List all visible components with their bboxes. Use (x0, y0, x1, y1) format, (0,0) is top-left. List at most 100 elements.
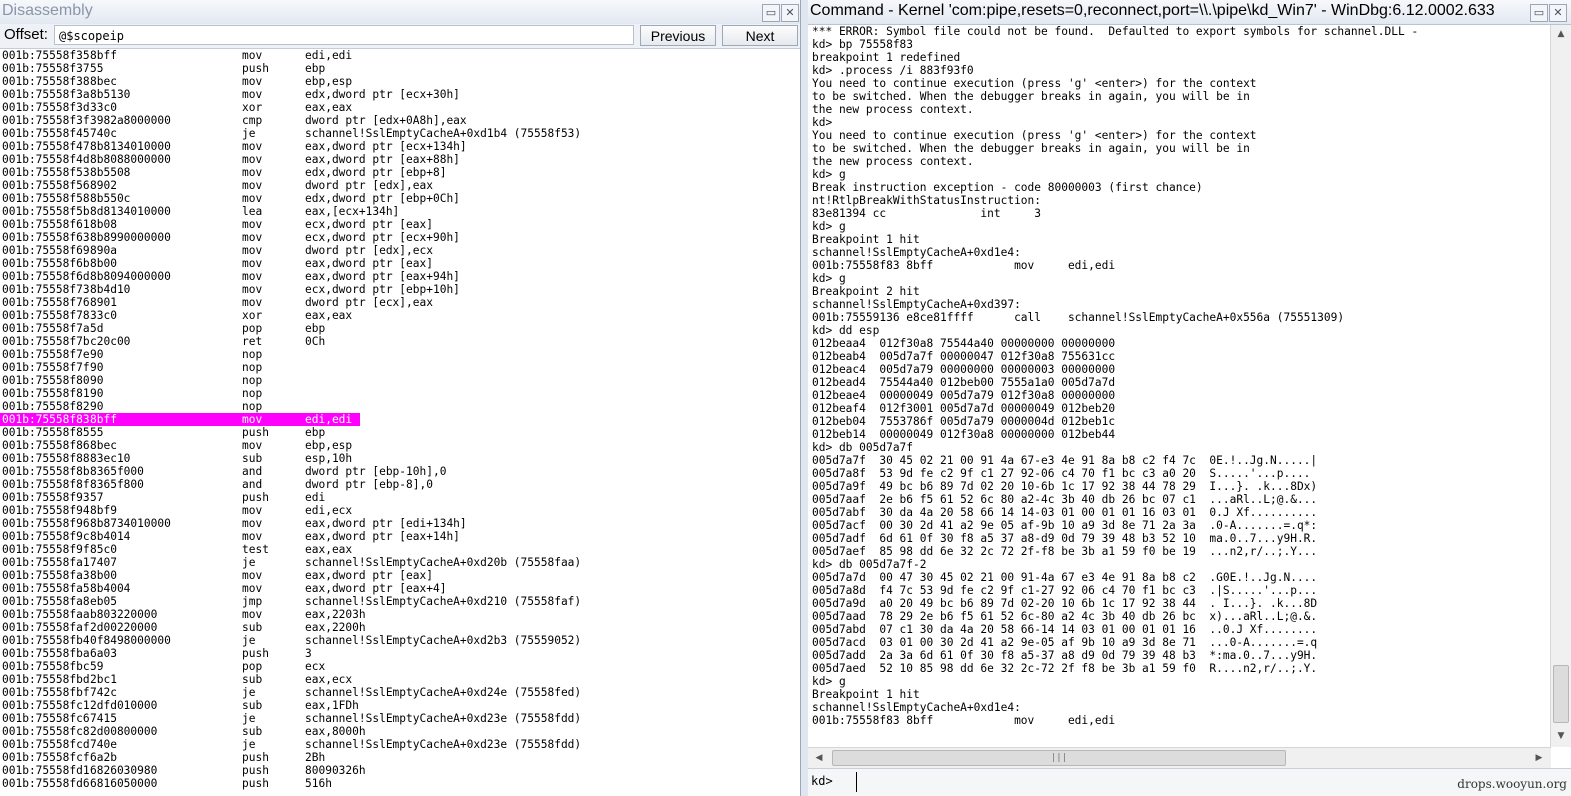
disasm-bytes: 3982a8000000 (90, 114, 171, 127)
close-icon[interactable]: ✕ (1549, 4, 1567, 22)
command-output[interactable]: *** ERROR: Symbol file could not be foun… (808, 25, 1548, 747)
disasm-row[interactable]: 001b:75558f47 8b8134010000 mov eax,dword pt… (0, 140, 800, 153)
disasm-row[interactable]: 001b:75558f45 740c je schannel!SslEmptyCach… (0, 127, 800, 140)
disasm-operands: dword ptr [ecx],eax (305, 296, 433, 309)
disasm-row[interactable]: 001b:75558f3d 33c0 xor eax,eax (0, 101, 800, 114)
disasm-row[interactable]: 001b:75558fb4 0f8498000000 je schannel!SslE… (0, 634, 800, 647)
disasm-row[interactable]: 001b:75558f69 890a mov dword ptr [edx],ecx (0, 244, 800, 257)
disasm-row[interactable]: 001b:75558f82 90 nop (0, 400, 800, 413)
disasm-row[interactable]: 001b:75558fd1 6826030980 push 80090326h (0, 764, 800, 777)
disasm-row[interactable]: 001b:75558fbf 742c je schannel!SslEmptyCach… (0, 686, 800, 699)
disasm-bytes: 8b8088000000 (90, 153, 171, 166)
disasm-operands: ecx,dword ptr [eax] (305, 218, 433, 231)
disasm-address: 001b:75558f35 (2, 49, 90, 62)
disasm-mnemonic: mov (242, 179, 263, 192)
disasm-row[interactable]: 001b:75558f94 8bf9 mov edi,ecx (0, 504, 800, 517)
scroll-thumb-horizontal[interactable]: ||| (832, 750, 1286, 766)
disasm-operands: eax,eax (305, 543, 353, 556)
scroll-right-icon[interactable]: ▶ (1530, 748, 1548, 768)
scroll-up-icon[interactable]: ▲ (1551, 25, 1571, 43)
disasm-row[interactable]: 001b:75558fa1 7407 je schannel!SslEmptyCach… (0, 556, 800, 569)
disasm-operands: edi (305, 491, 326, 504)
disasm-row[interactable]: 001b:75558f73 8b4d10 mov ecx,dword ptr [ebp… (0, 283, 800, 296)
disasm-row[interactable]: 001b:75558f3a 8b5130 mov edx,dword ptr [ecx… (0, 88, 800, 101)
dock-icon[interactable]: ▭ (762, 4, 780, 22)
disasm-address: 001b:75558f3d (2, 101, 90, 114)
dock-icon[interactable]: ▭ (1530, 4, 1548, 22)
disasm-row[interactable]: 001b:75558f58 8b550c mov edx,dword ptr [ebp… (0, 192, 800, 205)
disasm-row[interactable]: 001b:75558f7a 5d pop ebp (0, 322, 800, 335)
previous-button[interactable]: Previous (640, 25, 716, 46)
disasm-row[interactable]: 001b:75558f35 8bff mov edi,edi (0, 49, 800, 62)
vertical-scrollbar[interactable]: ▲ ▼ (1550, 25, 1571, 747)
disasm-row[interactable]: 001b:75558f53 8b5508 mov edx,dword ptr [ebp… (0, 166, 800, 179)
command-input[interactable] (856, 772, 1461, 792)
disasm-row[interactable]: 001b:75558f88 83ec10 sub esp,10h (0, 452, 800, 465)
disasm-row[interactable]: 001b:75558fd6 6816050000 push 516h (0, 777, 800, 790)
disasm-row[interactable]: 001b:75558f9f 85c0 test eax,eax (0, 543, 800, 556)
disasm-row[interactable]: 001b:75558f8b 8365f000 and dword ptr [ebp-1… (0, 465, 800, 478)
disasm-row[interactable]: 001b:75558f56 8902 mov dword ptr [edx],eax (0, 179, 800, 192)
disasm-bytes: 8b8990000000 (90, 231, 171, 244)
disasm-row[interactable]: 001b:75558f3f 3982a8000000 cmp dword ptr [e… (0, 114, 800, 127)
command-output-line: 012beab4 005d7a7f 00000047 012f30a8 7556… (812, 350, 1116, 363)
disassembly-titlebar[interactable]: Disassembly ▭ ✕ (0, 0, 800, 25)
disasm-row[interactable]: 001b:75558fcd 740e je schannel!SslEmptyCach… (0, 738, 800, 751)
disasm-bytes: 5d (90, 322, 104, 335)
disasm-row[interactable]: 001b:75558f5b 8d8134010000 lea eax,[ecx+134… (0, 205, 800, 218)
disasm-row[interactable]: 001b:75558f37 55 push ebp (0, 62, 800, 75)
disasm-row[interactable]: 001b:75558fa5 8b4004 mov eax,dword ptr [eax… (0, 582, 800, 595)
disasm-row[interactable]: 001b:75558f96 8b8734010000 mov eax,dword pt… (0, 517, 800, 530)
disasm-row[interactable]: 001b:75558f86 8bec mov ebp,esp (0, 439, 800, 452)
disasm-row[interactable]: 001b:75558f38 8bec mov ebp,esp (0, 75, 800, 88)
disasm-row[interactable]: 001b:75558f85 55 push ebp (0, 426, 800, 439)
disasm-row[interactable]: 001b:75558fcf 6a2b push 2Bh (0, 751, 800, 764)
disasm-row[interactable]: 001b:75558f76 8901 mov dword ptr [ecx],eax (0, 296, 800, 309)
disasm-row[interactable]: 001b:75558faa b803220000 mov eax,2203h (0, 608, 800, 621)
disasm-row[interactable]: 001b:75558fc6 7415 je schannel!SslEmptyCach… (0, 712, 800, 725)
disasm-row[interactable]: 001b:75558f81 90 nop (0, 387, 800, 400)
disasm-row[interactable]: 001b:75558f6b 8b00 mov eax,dword ptr [eax] (0, 257, 800, 270)
scroll-left-icon[interactable]: ◀ (810, 748, 828, 768)
disasm-row[interactable]: 001b:75558faf 2d00220000 sub eax,2200h (0, 621, 800, 634)
offset-input[interactable]: @$scopeip (54, 25, 634, 45)
disasm-bytes: 8d8134010000 (90, 205, 171, 218)
command-output-line: 012beaa4 012f30a8 75544a40 00000000 0000… (812, 337, 1116, 350)
disasm-row[interactable]: 001b:75558fc8 2d00800000 sub eax,8000h (0, 725, 800, 738)
command-window: Command - Kernel 'com:pipe,resets=0,reco… (808, 0, 1571, 796)
disasm-row[interactable]: 001b:75558f80 90 nop (0, 374, 800, 387)
disasm-mnemonic: sub (242, 725, 263, 738)
disasm-row[interactable]: 001b:75558f8f 8365f800 and dword ptr [ebp-8… (0, 478, 800, 491)
command-output-line: kd> g (812, 220, 846, 233)
disasm-row[interactable]: 001b:75558f7e 90 nop (0, 348, 800, 361)
disasm-row[interactable]: 001b:75558f7f 90 nop (0, 361, 800, 374)
disasm-row[interactable]: 001b:75558f78 33c0 xor eax,eax (0, 309, 800, 322)
command-titlebar[interactable]: Command - Kernel 'com:pipe,resets=0,reco… (808, 0, 1571, 25)
disassembly-listing[interactable]: 001b:75558f35 8bff mov edi,edi 001b:75558f37… (0, 49, 800, 796)
close-icon[interactable]: ✕ (781, 4, 799, 22)
disasm-row[interactable]: 001b:75558f6d 8b8094000000 mov eax,dword pt… (0, 270, 800, 283)
scroll-thumb[interactable] (1553, 665, 1569, 723)
disasm-row[interactable]: 001b:75558f9c 8b4014 mov eax,dword ptr [eax… (0, 530, 800, 543)
scroll-down-icon[interactable]: ▼ (1551, 727, 1571, 745)
current-instruction-row[interactable]: 001b:75558f83 8bff mov edi,edi (0, 413, 800, 426)
disasm-row[interactable]: 001b:75558fa3 8b00 mov eax,dword ptr [eax] (0, 569, 800, 582)
disasm-row[interactable]: 001b:75558f63 8b8990000000 mov ecx,dword pt… (0, 231, 800, 244)
disasm-operands: edi,ecx (305, 504, 353, 517)
disasm-row[interactable]: 001b:75558fa8 eb05 jmp schannel!SslEmptyCac… (0, 595, 800, 608)
disasm-row[interactable]: 001b:75558f4d 8b8088000000 mov eax,dword pt… (0, 153, 800, 166)
command-output-line: 012beae4 00000049 005d7a79 012f30a8 0000… (812, 389, 1116, 402)
disasm-row[interactable]: 001b:75558fbc 59 pop ecx (0, 660, 800, 673)
disasm-mnemonic: xor (242, 309, 263, 322)
command-output-line: the new process context. (812, 103, 974, 116)
disasm-row[interactable]: 001b:75558f61 8b08 mov ecx,dword ptr [eax] (0, 218, 800, 231)
disasm-row[interactable]: 001b:75558fc1 2dfd010000 sub eax,1FDh (0, 699, 800, 712)
next-button[interactable]: Next (722, 25, 798, 46)
disasm-row[interactable]: 001b:75558fbd 2bc1 sub eax,ecx (0, 673, 800, 686)
disasm-row[interactable]: 001b:75558f93 57 push edi (0, 491, 800, 504)
disasm-operands: ebp (305, 322, 326, 335)
disasm-bytes: 7415 (90, 712, 117, 725)
horizontal-scrollbar[interactable]: ◀ ||| ▶ (808, 747, 1551, 768)
disasm-row[interactable]: 001b:75558f7b c20c00 ret 0Ch (0, 335, 800, 348)
disasm-row[interactable]: 001b:75558fba 6a03 push 3 (0, 647, 800, 660)
